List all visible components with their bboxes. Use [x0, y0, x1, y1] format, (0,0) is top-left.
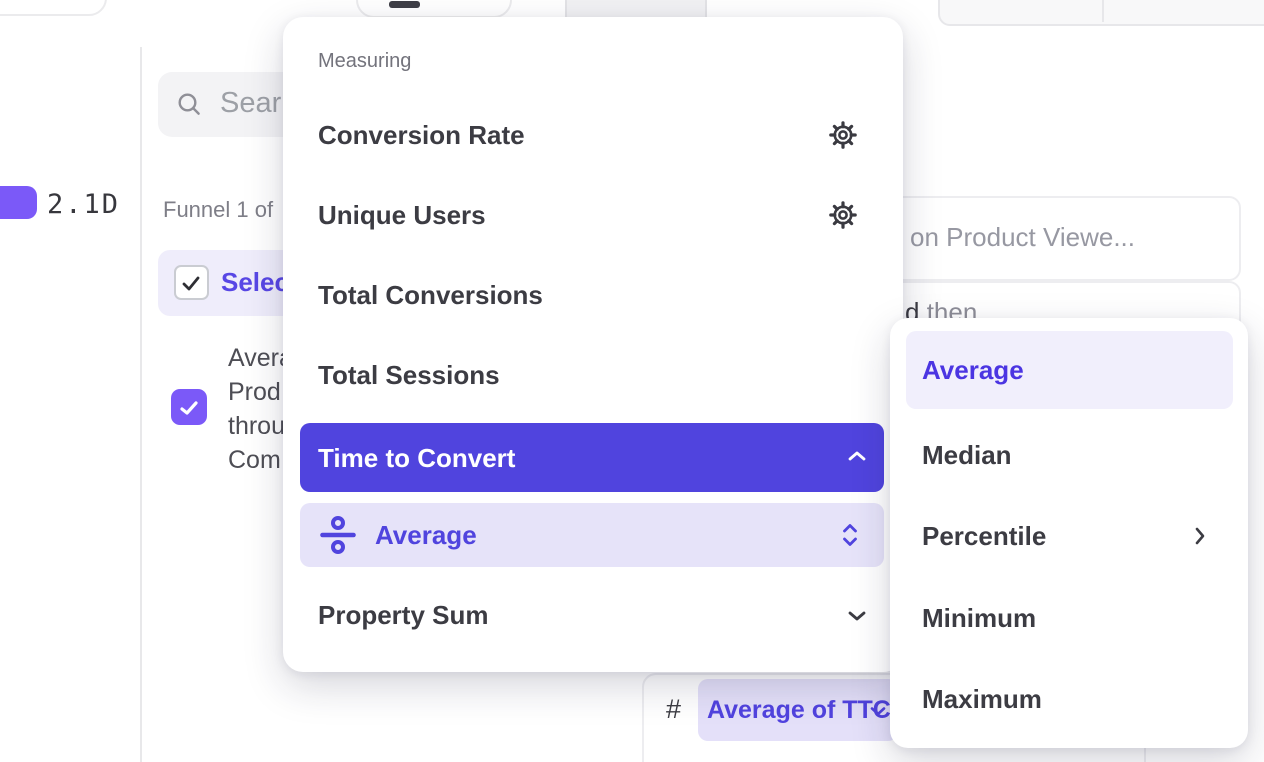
measuring-menu-title: Measuring [318, 50, 411, 73]
flyout-item-minimum[interactable]: Minimum [922, 603, 1036, 633]
menu-item-conversion-rate[interactable]: Conversion Rate [318, 120, 525, 150]
checkmark-icon [179, 271, 203, 295]
metric-type-symbol: # [666, 694, 681, 725]
checkmark-icon [177, 396, 201, 420]
measuring-menu: Measuring Conversion Rate Unique Users [283, 17, 903, 672]
menu-item-unique-users[interactable]: Unique Users [318, 200, 486, 230]
menu-item-total-conversions[interactable]: Total Conversions [318, 280, 543, 310]
funnel-count-label: Funnel 1 of [163, 197, 273, 223]
menu-item-time-to-convert[interactable]: Time to Convert [300, 423, 884, 492]
time-to-convert-label: Time to Convert [318, 443, 515, 474]
top-left-card [0, 0, 107, 16]
chevron-up-down-icon [842, 523, 858, 547]
menu-item-ttc-aggregation[interactable]: Average [300, 503, 884, 567]
divide-icon [319, 515, 357, 555]
metric-value-label: Average of TTC [707, 696, 891, 725]
chevron-down-icon [870, 706, 886, 716]
selected-step-label: Selec [221, 267, 289, 298]
chevron-down-icon [848, 611, 866, 621]
top-right-toolbar [938, 0, 1264, 26]
left-column-divider [140, 47, 142, 762]
flyout-item-median[interactable]: Median [922, 440, 1012, 470]
menu-item-total-sessions[interactable]: Total Sessions [318, 360, 500, 390]
app-canvas: Sear Funnel 1 of 2.1D Selec Avera Prod t… [0, 0, 1264, 762]
aggregation-menu: Average Median Percentile Minimum Maximu… [890, 318, 1248, 748]
flyout-average-label: Average [922, 355, 1024, 386]
flyout-item-percentile[interactable]: Percentile [922, 521, 1046, 551]
gear-icon[interactable] [828, 200, 858, 230]
step-checkbox-checked[interactable] [171, 389, 207, 425]
top-toolbar-card [356, 0, 512, 18]
flyout-item-maximum[interactable]: Maximum [922, 684, 1042, 714]
step-duration-chip[interactable] [0, 186, 37, 219]
ttc-aggregation-label: Average [375, 520, 477, 551]
chevron-right-icon [1195, 527, 1205, 545]
event-card-first-label: on Product Viewe... [910, 222, 1135, 253]
chevron-up-icon [848, 451, 866, 461]
step-duration-label: 2.1D [47, 189, 120, 220]
metric-value-dropdown[interactable]: Average of TTC [698, 679, 898, 741]
top-right-toolbar-divider [1102, 0, 1104, 22]
step-checkbox-unfilled[interactable] [174, 265, 209, 300]
gear-icon[interactable] [828, 120, 858, 150]
flyout-item-average[interactable]: Average [906, 331, 1233, 409]
menu-item-property-sum[interactable]: Property Sum [318, 600, 489, 630]
search-icon [176, 91, 202, 117]
toolbar-dark-icon [389, 1, 420, 8]
search-placeholder: Sear [220, 87, 281, 120]
